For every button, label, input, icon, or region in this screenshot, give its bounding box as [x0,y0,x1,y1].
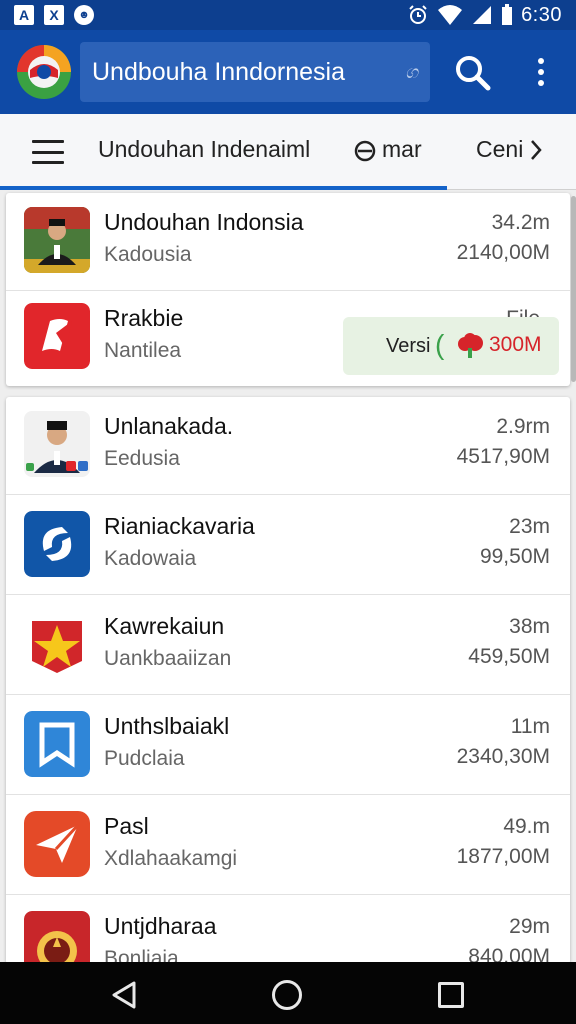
download-card-main: Unlanakada. Eedusia 2.9rm 4517,90M Riani… [6,397,570,964]
item-title: Untjdharaa [104,913,217,939]
navigation-bar [0,962,576,1024]
lock-icon [354,140,376,161]
item-size: 11m [510,715,550,738]
chevron-right-icon[interactable] [529,138,543,162]
item-title: Rianiackavaria [104,513,255,539]
item-subtitle: Eedusia [104,447,180,470]
bookmark-app-icon [24,711,90,777]
version-bracket: ( [435,329,445,360]
item-title: Kawrekaiun [104,613,225,639]
hamburger-menu-icon[interactable] [32,140,64,164]
tab-label: mar [382,136,422,162]
download-card-top: Undouhan Indonsia Kadousia 34.2m 2140,00… [6,193,570,386]
tab-indicator [0,186,447,190]
item-total: 1877,00M [456,845,550,868]
notification-face-icon: ☻ [74,5,94,25]
status-bar: A X ☻ 6:30 [0,0,576,30]
version-size: 300M [489,333,542,356]
back-icon[interactable] [110,980,138,1010]
list-item[interactable]: Rianiackavaria Kadowaia 23m 99,50M [6,497,570,595]
list-item[interactable]: Untjdharaa Bonliaia 29m 840,00M [6,897,570,964]
tab-label: Ceni [476,136,524,162]
red-flag-app-icon [24,303,90,369]
item-total: 99,50M [479,545,550,568]
system-status: 6:30 [407,4,562,27]
version-button[interactable]: Versi ( 300M [343,317,559,375]
portrait-icon [24,411,90,477]
item-total: 459,50M [468,645,550,668]
item-subtitle: Nantilea [104,339,182,362]
tab-second[interactable]: mar [354,136,422,163]
item-title: Unthslbaiakl [104,713,230,739]
item-size: 2.9rm [496,415,550,438]
notification-x-icon: X [44,5,64,25]
item-subtitle: Uankbaaiizan [104,647,232,670]
battery-icon [502,4,513,25]
app-title: Undbouha Inndornesia [92,57,345,86]
tab-bar: Undouhan Indenaiml mar Ceni [0,114,576,190]
item-subtitle: Kadousia [104,243,192,266]
blue-swirl-app-icon [24,511,90,577]
app-bar: Undbouha Inndornesia ග [0,30,576,114]
item-subtitle: Pudclaia [104,747,185,770]
menu-dot [538,58,544,64]
star-app-icon [32,621,82,673]
item-total: 2140,00M [456,241,550,264]
wifi-icon [438,5,463,25]
paper-plane-app-icon [24,811,90,877]
item-size: 38m [509,615,550,638]
emblem-app-icon [24,911,90,964]
hamburger-line [32,150,64,154]
tab-third[interactable]: Ceni [476,136,543,163]
portrait-icon [24,207,90,273]
item-size: 49.m [503,815,550,838]
cloud-download-icon [458,333,483,358]
item-size: 34.2m [491,211,550,234]
list-item[interactable]: Kawrekaiun Uankbaaiizan 38m 459,50M [6,597,570,695]
item-size: 23m [509,515,550,538]
search-icon[interactable] [452,52,492,92]
list-item[interactable]: Pasl Xdlahaakamgi 49.m 1877,00M [6,797,570,895]
recent-apps-icon[interactable] [438,982,464,1008]
title-suffix: ග [405,61,418,82]
hamburger-line [32,161,64,164]
item-title: Unlanakada. [104,413,234,439]
tab-label: Undouhan Indenaiml [98,136,311,162]
notification-icons: A X ☻ [14,5,94,25]
item-subtitle: Kadowaia [104,547,197,570]
alarm-icon [409,5,427,24]
list-item[interactable]: Rrakbie Nantilea File Versi ( 300M [6,289,570,386]
tab-downloads[interactable]: Undouhan Indenaiml [98,136,310,163]
item-subtitle: Xdlahaakamgi [104,847,238,870]
overflow-menu-icon[interactable] [526,52,556,92]
list-item[interactable]: Unthslbaiakl Pudclaia 11m 2340,30M [6,697,570,795]
item-title: Pasl [104,813,149,839]
hamburger-line [32,140,64,143]
home-icon[interactable] [272,980,302,1010]
list-item[interactable]: Unlanakada. Eedusia 2.9rm 4517,90M [6,397,570,495]
item-total: 4517,90M [456,445,550,468]
item-title: Rrakbie [104,305,184,331]
version-label: Versi [386,335,431,357]
item-title: Undouhan Indonsia [104,209,304,235]
menu-dot [538,69,544,75]
item-total: 2340,30M [456,745,550,768]
list-item[interactable]: Undouhan Indonsia Kadousia 34.2m 2140,00… [6,193,570,291]
notification-a-icon: A [14,5,34,25]
app-title-field[interactable]: Undbouha Inndornesia ග [80,42,430,102]
menu-dot [538,80,544,86]
app-logo-icon[interactable] [16,44,72,100]
signal-icon [473,6,492,24]
scrollbar[interactable] [571,196,576,382]
clock: 6:30 [521,3,562,26]
item-size: 29m [509,915,550,938]
